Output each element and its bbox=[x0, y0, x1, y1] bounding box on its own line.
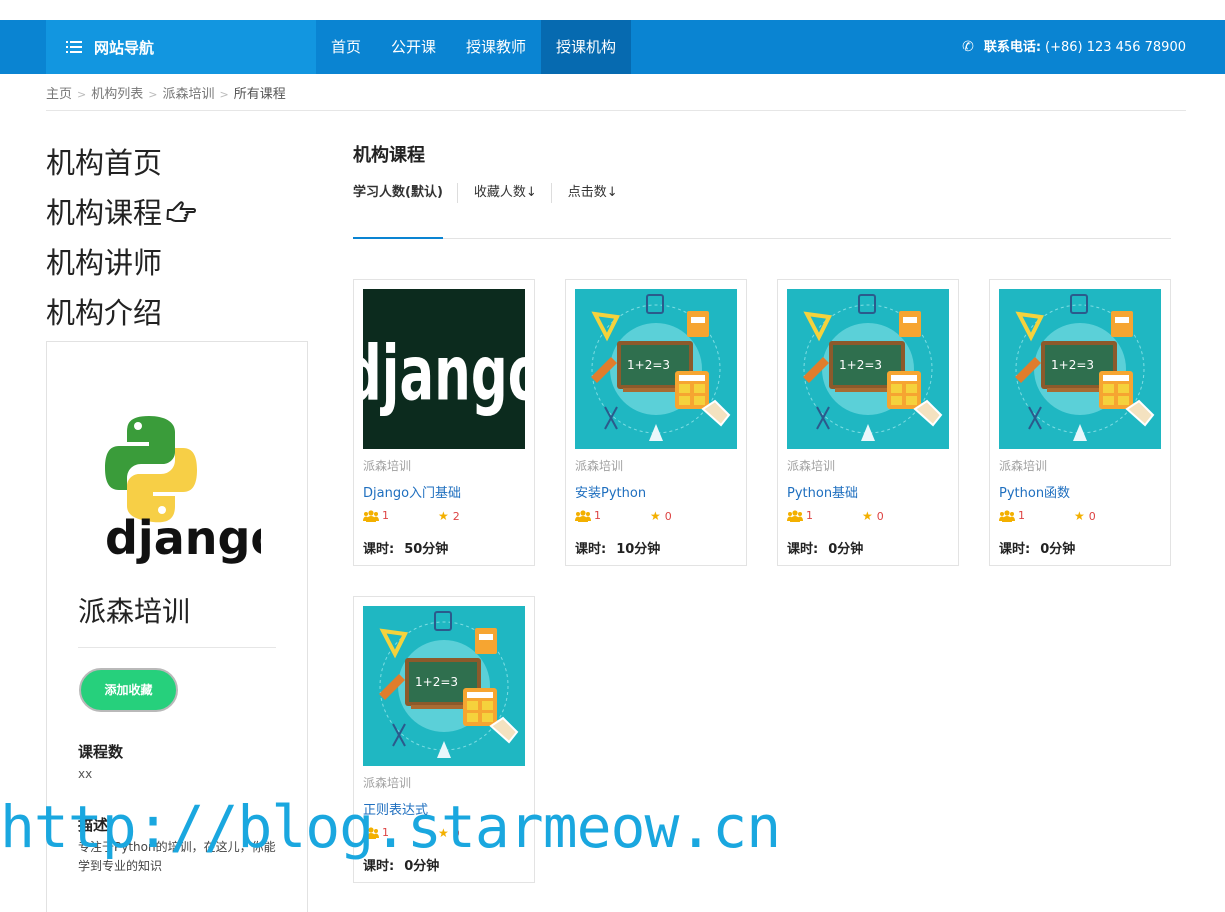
svg-text:django: django bbox=[105, 511, 261, 564]
learner-count: 1 bbox=[575, 509, 601, 522]
menu-org-courses[interactable]: 机构课程 bbox=[46, 192, 198, 242]
sort-tabs: 学习人数(默认) 收藏人数↓ 点击数↓ bbox=[353, 183, 648, 203]
svg-text:1+2=3: 1+2=3 bbox=[839, 358, 882, 372]
learner-count: 1 bbox=[787, 509, 813, 522]
sort-by-learners[interactable]: 学习人数(默认) bbox=[353, 183, 458, 203]
sort-tab-active-indicator bbox=[353, 237, 443, 239]
learner-count: 1 bbox=[999, 509, 1025, 522]
sort-by-clicks[interactable]: 点击数↓ bbox=[568, 183, 632, 203]
section-title: 机构课程 bbox=[353, 145, 425, 166]
course-card[interactable]: 1+2=3 派森培训 安装Python 1 ★ 0 课时: 10分钟 bbox=[565, 279, 747, 566]
course-card[interactable]: django 派森培训 Django入门基础 1 ★2 课时:50分钟 bbox=[353, 279, 535, 566]
star-icon: ★ bbox=[1074, 509, 1085, 523]
pointing-hand-icon bbox=[166, 194, 198, 236]
course-org[interactable]: 派森培训 bbox=[363, 774, 411, 791]
breadcrumb: 主页 > 机构列表 > 派森培训 > 所有课程 bbox=[46, 83, 286, 102]
site-nav-label: 网站导航 bbox=[94, 38, 155, 57]
course-title[interactable]: 安装Python bbox=[575, 482, 646, 501]
star-icon: ★ bbox=[650, 509, 661, 523]
course-duration: 课时: 0分钟 bbox=[787, 542, 864, 557]
phone-label: 联系电话: bbox=[983, 40, 1042, 55]
breadcrumb-divider bbox=[46, 110, 1186, 111]
svg-text:1+2=3: 1+2=3 bbox=[415, 675, 458, 689]
nav-link-home[interactable]: 首页 bbox=[316, 20, 376, 74]
users-icon bbox=[999, 509, 1015, 522]
breadcrumb-separator-icon: > bbox=[77, 88, 87, 101]
course-title[interactable]: Django入门基础 bbox=[363, 482, 461, 501]
sort-by-favorites[interactable]: 收藏人数↓ bbox=[474, 183, 552, 203]
watermark-text: http://blog.starmeow.cn bbox=[0, 793, 781, 861]
favorite-count: ★ 0 bbox=[1074, 509, 1096, 523]
site-nav-button[interactable]: 网站导航 bbox=[46, 20, 316, 74]
nav-link-open-courses[interactable]: 公开课 bbox=[376, 20, 451, 74]
org-divider bbox=[78, 647, 276, 648]
org-side-menu: 机构首页 机构课程 机构讲师 机构介绍 bbox=[46, 142, 198, 342]
course-org[interactable]: 派森培训 bbox=[575, 457, 623, 474]
phone-number: (+86) 123 456 78900 bbox=[1045, 40, 1186, 55]
course-count-label: 课程数 bbox=[78, 743, 124, 761]
svg-text:1+2=3: 1+2=3 bbox=[1051, 358, 1094, 372]
favorite-count: ★ 2 bbox=[438, 509, 460, 523]
list-menu-icon bbox=[66, 41, 82, 53]
menu-org-teachers[interactable]: 机构讲师 bbox=[46, 242, 198, 292]
breadcrumb-separator-icon: > bbox=[219, 88, 229, 101]
course-duration: 课时: 10分钟 bbox=[575, 542, 661, 557]
breadcrumb-org-list[interactable]: 机构列表 bbox=[91, 87, 143, 102]
menu-org-intro[interactable]: 机构介绍 bbox=[46, 292, 198, 342]
course-card[interactable]: 1+2=3 派森培训 Python基础 1 ★ 0 课时: 0分钟 bbox=[777, 279, 959, 566]
add-favorite-button[interactable]: 添加收藏 bbox=[79, 668, 178, 712]
svg-text:django: django bbox=[363, 331, 525, 419]
course-org[interactable]: 派森培训 bbox=[999, 457, 1047, 474]
nav-link-teachers[interactable]: 授课教师 bbox=[451, 20, 541, 74]
svg-text:1+2=3: 1+2=3 bbox=[627, 358, 670, 372]
course-duration: 课时: 0分钟 bbox=[999, 542, 1076, 557]
star-icon: ★ bbox=[438, 509, 449, 523]
course-title[interactable]: Python函数 bbox=[999, 482, 1070, 501]
contact-phone: ✆ 联系电话: (+86) 123 456 78900 bbox=[962, 20, 1186, 74]
menu-org-home[interactable]: 机构首页 bbox=[46, 142, 198, 192]
course-duration: 课时: 50分钟 bbox=[363, 542, 449, 557]
breadcrumb-org[interactable]: 派森培训 bbox=[162, 87, 214, 102]
course-org[interactable]: 派森培训 bbox=[363, 457, 411, 474]
math-classroom-thumbnail[interactable]: 1+2=3 bbox=[363, 606, 525, 766]
phone-icon: ✆ bbox=[962, 39, 974, 55]
main-nav: 首页 公开课 授课教师 授课机构 bbox=[316, 20, 632, 74]
org-name: 派森培训 bbox=[78, 595, 191, 628]
nav-link-organizations[interactable]: 授课机构 bbox=[541, 20, 632, 74]
users-icon bbox=[363, 509, 379, 522]
course-org[interactable]: 派森培训 bbox=[787, 457, 835, 474]
django-thumbnail[interactable]: django bbox=[363, 289, 525, 449]
course-count-value: xx bbox=[78, 767, 93, 781]
sort-tabs-divider bbox=[353, 238, 1171, 239]
favorite-count: ★ 0 bbox=[862, 509, 884, 523]
breadcrumb-current: 所有课程 bbox=[233, 87, 286, 102]
breadcrumb-separator-icon: > bbox=[148, 88, 158, 101]
favorite-count: ★ 0 bbox=[650, 509, 672, 523]
math-classroom-thumbnail[interactable]: 1+2=3 bbox=[999, 289, 1161, 449]
star-icon: ★ bbox=[862, 509, 873, 523]
learner-count: 1 bbox=[363, 509, 389, 522]
users-icon bbox=[787, 509, 803, 522]
users-icon bbox=[575, 509, 591, 522]
math-classroom-thumbnail[interactable]: 1+2=3 bbox=[787, 289, 949, 449]
course-title[interactable]: Python基础 bbox=[787, 482, 858, 501]
breadcrumb-home[interactable]: 主页 bbox=[46, 87, 72, 102]
org-logo: django bbox=[105, 414, 282, 565]
math-classroom-thumbnail[interactable]: 1+2=3 bbox=[575, 289, 737, 449]
top-navbar: 网站导航 首页 公开课 授课教师 授课机构 ✆ 联系电话: (+86) 123 45… bbox=[0, 20, 1225, 74]
course-card[interactable]: 1+2=3 派森培训 Python函数 1 ★ 0 课时: 0分钟 bbox=[989, 279, 1171, 566]
